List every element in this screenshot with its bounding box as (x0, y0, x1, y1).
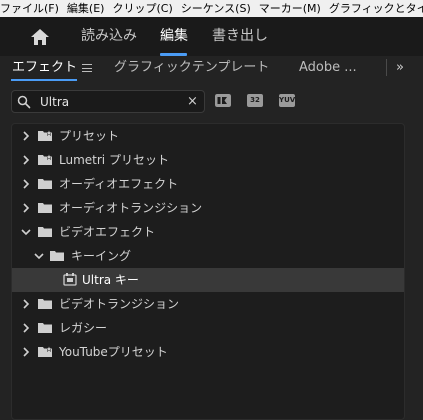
menu-bar: ファイル(F) 編集(E) クリップ(C) シーケンス(S) マーカー(M) グラフィック… (0, 0, 423, 17)
active-panel-tab-indicator (11, 79, 77, 81)
chevron-right-icon[interactable] (21, 131, 31, 141)
tab-graphic-templates[interactable]: グラフィックテンプレート (114, 60, 269, 76)
tab-import[interactable]: 読み込み (81, 26, 137, 46)
tree-item-label: Ultra キー (82, 273, 139, 287)
folder-icon (50, 251, 64, 261)
32bit-filter-icon[interactable]: 32 (247, 94, 263, 107)
preset-folder-icon (38, 130, 52, 141)
tree-item-video-effects[interactable]: ビデオエフェクト (12, 220, 404, 244)
search-input[interactable] (40, 93, 180, 110)
accelerated-effects-filter-icon[interactable] (215, 94, 231, 107)
tab-divider (386, 59, 387, 76)
menu-marker[interactable]: マーカー(M) (256, 0, 324, 17)
folder-icon (38, 227, 52, 237)
menu-file[interactable]: ファイル(F) (0, 0, 62, 17)
effects-panel: エフェクト グラフィックテンプレート Adobe ... » × 32 YUV … (0, 56, 423, 420)
tab-effects[interactable]: エフェクト (12, 60, 77, 76)
panel-overflow-button[interactable]: » (396, 60, 404, 76)
tree-item-audio-effects[interactable]: オーディオエフェクト (12, 172, 404, 196)
panel-menu-icon[interactable] (82, 64, 92, 72)
chevron-right-icon[interactable] (21, 299, 31, 309)
menu-sequence[interactable]: シーケンス(S) (178, 0, 254, 17)
menu-graphics[interactable]: グラフィックとタイトル(G (326, 0, 423, 17)
tree-item-label: キーイング (71, 249, 132, 263)
home-icon[interactable] (27, 26, 53, 48)
workspace-bar: 読み込み 編集 書き出し (0, 17, 423, 56)
chevron-right-icon[interactable] (21, 203, 31, 213)
tree-item-lumetri-presets[interactable]: Lumetri プリセット (12, 148, 404, 172)
tree-item-label: ビデオエフェクト (59, 225, 156, 239)
folder-icon (38, 323, 52, 333)
folder-icon (38, 179, 52, 189)
panel-tab-bar: エフェクト グラフィックテンプレート Adobe ... » (0, 56, 423, 81)
search-icon (17, 95, 31, 109)
tree-item-label: YouTubeプリセット (59, 345, 168, 359)
preset-folder-icon (38, 346, 52, 357)
chevron-down-icon[interactable] (34, 251, 44, 261)
chevron-right-icon[interactable] (21, 155, 31, 165)
preset-folder-icon (38, 154, 52, 165)
tab-adobe[interactable]: Adobe ... (299, 60, 357, 76)
chevron-right-icon[interactable] (21, 347, 31, 357)
folder-icon (38, 299, 52, 309)
clear-search-icon[interactable]: × (187, 94, 198, 109)
yuv-filter-icon[interactable]: YUV (279, 94, 295, 107)
tree-item-legacy[interactable]: レガシー (12, 316, 404, 340)
tree-item-video-transitions[interactable]: ビデオトランジション (12, 292, 404, 316)
tree-item-label: オーディオエフェクト (59, 177, 179, 191)
tab-edit[interactable]: 編集 (160, 26, 188, 46)
tree-item-label: オーディオトランジション (59, 201, 203, 215)
effect-icon (63, 273, 77, 286)
tree-item-ultra-key[interactable]: Ultra キー (12, 268, 404, 292)
tree-item-presets[interactable]: プリセット (12, 124, 404, 148)
chevron-right-icon[interactable] (21, 179, 31, 189)
search-field[interactable]: × (11, 90, 205, 113)
menu-edit[interactable]: 編集(E) (64, 0, 108, 17)
tab-export[interactable]: 書き出し (212, 26, 268, 46)
tree-item-label: レガシー (59, 321, 108, 335)
tree-item-audio-transitions[interactable]: オーディオトランジション (12, 196, 404, 220)
menu-clip[interactable]: クリップ(C) (109, 0, 175, 17)
tree-item-label: プリセット (59, 129, 120, 143)
chevron-down-icon[interactable] (21, 227, 31, 237)
tree-item-youtube-presets[interactable]: YouTubeプリセット (12, 340, 404, 364)
effects-tree: プリセット Lumetri プリセット オーディオエフェクト オーディオトランジ… (11, 123, 405, 420)
tree-item-label: Lumetri プリセット (59, 153, 169, 167)
tree-item-keying[interactable]: キーイング (12, 244, 404, 268)
folder-icon (38, 203, 52, 213)
tree-item-label: ビデオトランジション (59, 297, 180, 311)
chevron-right-icon[interactable] (21, 323, 31, 333)
